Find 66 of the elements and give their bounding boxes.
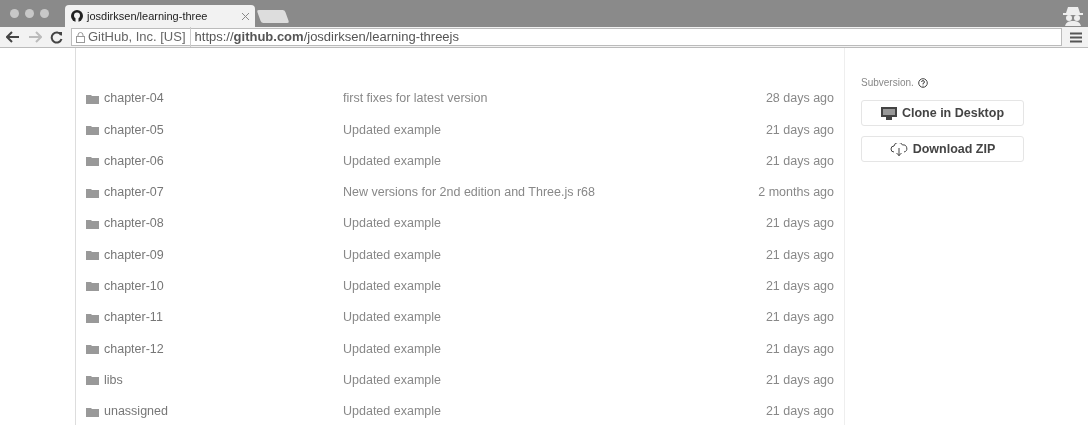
forward-icon[interactable] — [28, 31, 42, 43]
zoom-light[interactable] — [40, 9, 49, 18]
folder-link[interactable]: chapter-08 — [104, 214, 164, 234]
folder-link[interactable]: libs — [104, 370, 123, 390]
commit-message[interactable]: Updated example — [343, 153, 441, 168]
lock-icon — [76, 31, 85, 43]
download-zip-button[interactable]: Download ZIP — [861, 136, 1024, 162]
folder-icon — [86, 406, 99, 417]
commit-message[interactable]: Updated example — [343, 310, 441, 325]
folder-icon — [86, 250, 99, 261]
commit-age: 21 days ago — [765, 309, 834, 327]
folder-link[interactable]: chapter-05 — [104, 120, 164, 140]
commit-age: 21 days ago — [765, 215, 834, 233]
close-light[interactable] — [10, 9, 19, 18]
folder-link[interactable]: chapter-06 — [104, 151, 164, 171]
new-tab-button[interactable] — [256, 10, 290, 23]
commit-age: 21 days ago — [765, 246, 834, 264]
back-icon[interactable] — [6, 31, 20, 43]
commit-message[interactable]: Updated example — [343, 279, 441, 294]
url-text: https://github.com/josdirksen/learning-threejs — [194, 28, 459, 47]
monitor-icon — [880, 106, 897, 120]
commit-age: 21 days ago — [765, 278, 834, 296]
commit-age: 28 days ago — [765, 90, 834, 108]
commit-age: 21 days ago — [765, 121, 834, 139]
folder-icon — [86, 156, 99, 167]
commit-message[interactable]: Updated example — [343, 247, 441, 262]
reload-icon[interactable] — [50, 30, 63, 44]
folder-icon — [86, 187, 99, 198]
commit-age: 21 days ago — [765, 340, 834, 358]
folder-icon — [86, 281, 99, 292]
address-bar[interactable]: GitHub, Inc. [US] https://github.com/josdirksen/learning-threejs — [71, 28, 1062, 46]
commit-message[interactable]: Updated example — [343, 341, 441, 356]
folder-icon — [86, 218, 99, 229]
commit-message[interactable]: Updated example — [343, 372, 441, 387]
folder-link[interactable]: chapter-12 — [104, 339, 164, 359]
folder-icon — [86, 93, 99, 104]
octocat-icon — [71, 10, 83, 22]
menu-icon[interactable] — [1070, 31, 1082, 43]
commit-age: 21 days ago — [765, 152, 834, 170]
identity-label: GitHub, Inc. [US] — [88, 28, 186, 47]
folder-icon — [86, 344, 99, 354]
commit-age: 2 months ago — [758, 184, 834, 202]
minimize-light[interactable] — [25, 9, 34, 18]
cloud-download-icon — [889, 142, 908, 156]
commit-message[interactable]: New versions for 2nd edition and Three.js r68 — [343, 185, 595, 200]
commit-message[interactable]: Updated example — [343, 122, 441, 137]
folder-icon — [86, 124, 99, 135]
folder-link[interactable]: chapter-04 — [104, 89, 164, 108]
tab-title: josdirksen/learning-three — [87, 8, 208, 24]
folder-link[interactable]: chapter-10 — [104, 277, 164, 296]
help-icon[interactable] — [917, 77, 928, 88]
folder-icon — [86, 375, 99, 386]
commit-message[interactable]: Updated example — [343, 404, 441, 419]
tab-close-button[interactable] — [242, 12, 249, 20]
help-text: Subversion. — [861, 76, 914, 90]
folder-link[interactable]: chapter-09 — [104, 245, 164, 265]
folder-icon — [86, 312, 99, 323]
clone-button[interactable]: Clone in Desktop — [861, 100, 1024, 126]
commit-message[interactable]: first fixes for latest version — [343, 91, 488, 106]
browser-tab[interactable]: josdirksen/learning-three — [65, 5, 255, 27]
commit-message[interactable]: Updated example — [343, 216, 441, 231]
folder-link[interactable]: unassigned — [104, 402, 168, 421]
folder-link[interactable]: chapter-07 — [104, 183, 164, 202]
commit-age: 21 days ago — [765, 403, 834, 421]
commit-age: 21 days ago — [765, 371, 834, 389]
folder-link[interactable]: chapter-11 — [104, 308, 163, 328]
